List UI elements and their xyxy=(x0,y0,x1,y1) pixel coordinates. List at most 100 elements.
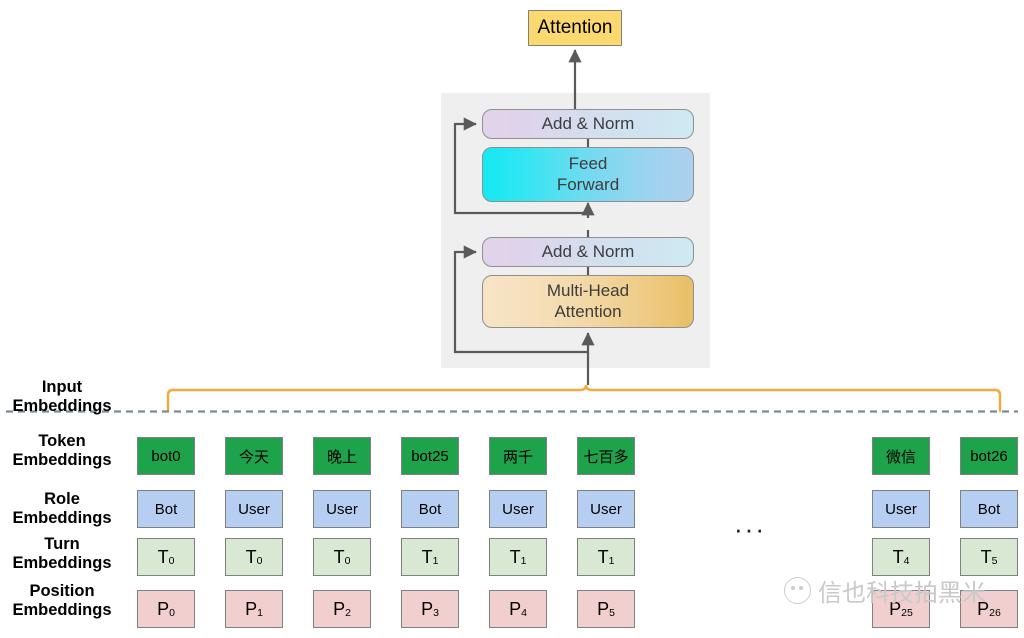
pos-subscript-label: 25 xyxy=(901,607,913,619)
role-label: Bot xyxy=(154,500,178,518)
embedding-cell-turn-left-5: T1 xyxy=(577,538,635,576)
turn-base-label: T xyxy=(980,546,992,567)
role-label: Bot xyxy=(418,500,442,518)
token-label: bot25 xyxy=(411,447,449,465)
pos-base-label: P xyxy=(977,598,990,619)
turn-subscript-label: 4 xyxy=(903,555,910,567)
embedding-cell-turn-left-3: T1 xyxy=(401,538,459,576)
token-label: 晚上 xyxy=(326,448,357,466)
token-label: bot0 xyxy=(151,447,181,465)
row-label-role-embeddings: Role Embeddings xyxy=(0,490,124,528)
row-label-turn-embeddings: Turn Embeddings xyxy=(0,535,124,573)
pos-subscript-label: 5 xyxy=(609,607,615,619)
pos-base-label: P xyxy=(509,598,522,619)
embedding-cell-role-left-2: User xyxy=(313,490,371,528)
row-label-input-line2: Embeddings xyxy=(12,397,112,416)
row-label-token-line2: Embeddings xyxy=(12,451,112,470)
embedding-cell-role-left-0: Bot xyxy=(137,490,195,528)
turn-subscript-label: 0 xyxy=(344,555,351,567)
row-label-turn-line2: Embeddings xyxy=(12,554,112,573)
token-label: 微信 xyxy=(885,448,916,466)
pos-subscript-label: 1 xyxy=(257,607,263,619)
row-label-position-line1: Position xyxy=(29,582,95,600)
embedding-cell-pos-left-1: P1 xyxy=(225,590,283,628)
row-label-role-line2: Embeddings xyxy=(12,509,112,528)
token-label: 今天 xyxy=(238,448,269,466)
embedding-cell-role-left-5: User xyxy=(577,490,635,528)
embedding-cell-token-left-2: 晚上 xyxy=(313,437,371,475)
pos-base-label: P xyxy=(421,598,434,619)
embedding-cell-token-left-5: 七百多 xyxy=(577,437,635,475)
token-label: 七百多 xyxy=(583,448,629,466)
row-label-turn-line1: Turn xyxy=(44,535,80,553)
row-label-input-line1: Input xyxy=(41,378,83,396)
role-label: User xyxy=(502,500,534,518)
embedding-cell-role-right-0: User xyxy=(872,490,930,528)
row-label-role-line1: Role xyxy=(44,490,80,508)
role-label: User xyxy=(238,500,270,518)
embedding-cell-turn-left-1: T0 xyxy=(225,538,283,576)
pos-base-label: P xyxy=(245,598,258,619)
embedding-cell-token-left-0: bot0 xyxy=(137,437,195,475)
pos-subscript-label: 3 xyxy=(433,607,439,619)
turn-base-label: T xyxy=(892,546,904,567)
role-label: User xyxy=(590,500,622,518)
turn-base-label: T xyxy=(245,546,257,567)
embedding-cell-token-right-0: 微信 xyxy=(872,437,930,475)
pos-subscript-label: 0 xyxy=(169,607,175,619)
embedding-cell-role-left-1: User xyxy=(225,490,283,528)
row-label-position-embeddings: Position Embeddings xyxy=(0,582,124,620)
token-label: bot26 xyxy=(970,447,1008,465)
residual-skip-feed-forward xyxy=(453,117,588,215)
input-embeddings-bracket xyxy=(166,384,1002,413)
pos-base-label: P xyxy=(157,598,170,619)
pos-subscript-label: 2 xyxy=(345,607,351,619)
role-label: User xyxy=(885,500,917,518)
turn-subscript-label: 5 xyxy=(991,555,998,567)
diagram-canvas: Attention Add & Norm Feed Forward Add & … xyxy=(0,0,1024,638)
turn-base-label: T xyxy=(597,546,609,567)
pos-base-label: P xyxy=(333,598,346,619)
turn-base-label: T xyxy=(333,546,345,567)
role-label: Bot xyxy=(977,500,1001,518)
pos-base-label: P xyxy=(889,598,902,619)
turn-base-label: T xyxy=(509,546,521,567)
token-label: 两千 xyxy=(502,448,533,466)
embedding-cell-turn-right-1: T5 xyxy=(960,538,1018,576)
embedding-cell-turn-right-0: T4 xyxy=(872,538,930,576)
embedding-cell-pos-right-0: P 25 xyxy=(872,590,930,628)
embedding-cell-turn-left-4: T1 xyxy=(489,538,547,576)
embedding-cell-token-right-1: bot26 xyxy=(960,437,1018,475)
row-label-token-line1: Token xyxy=(38,432,86,450)
turn-subscript-label: 1 xyxy=(608,555,615,567)
turn-subscript-label: 0 xyxy=(256,555,263,567)
row-label-position-line2: Embeddings xyxy=(12,601,112,620)
embedding-cell-token-left-3: bot25 xyxy=(401,437,459,475)
embedding-cell-turn-left-2: T0 xyxy=(313,538,371,576)
residual-skip-multi-head-attention xyxy=(453,245,588,354)
pos-subscript-label: 4 xyxy=(521,607,527,619)
embedding-cell-pos-left-3: P3 xyxy=(401,590,459,628)
row-label-token-embeddings: Token Embeddings xyxy=(0,432,124,470)
pos-base-label: P xyxy=(597,598,610,619)
embedding-cell-pos-left-0: P0 xyxy=(137,590,195,628)
embedding-cell-token-left-1: 今天 xyxy=(225,437,283,475)
embedding-cell-pos-left-2: P2 xyxy=(313,590,371,628)
embedding-cell-pos-left-5: P5 xyxy=(577,590,635,628)
turn-subscript-label: 1 xyxy=(432,555,439,567)
embedding-cell-pos-right-1: P 26 xyxy=(960,590,1018,628)
embedding-cell-role-left-4: User xyxy=(489,490,547,528)
embedding-cell-role-right-1: Bot xyxy=(960,490,1018,528)
turn-base-label: T xyxy=(421,546,433,567)
embedding-cell-pos-left-4: P4 xyxy=(489,590,547,628)
row-label-input-embeddings: Input Embeddings xyxy=(0,378,124,416)
embedding-cell-token-left-4: 两千 xyxy=(489,437,547,475)
role-label: User xyxy=(326,500,358,518)
turn-subscript-label: 0 xyxy=(168,555,175,567)
embedding-cell-role-left-3: Bot xyxy=(401,490,459,528)
turn-base-label: T xyxy=(157,546,169,567)
pos-subscript-label: 26 xyxy=(989,607,1001,619)
columns-ellipsis: ··· xyxy=(734,514,766,544)
embedding-cell-turn-left-0: T0 xyxy=(137,538,195,576)
turn-subscript-label: 1 xyxy=(520,555,527,567)
